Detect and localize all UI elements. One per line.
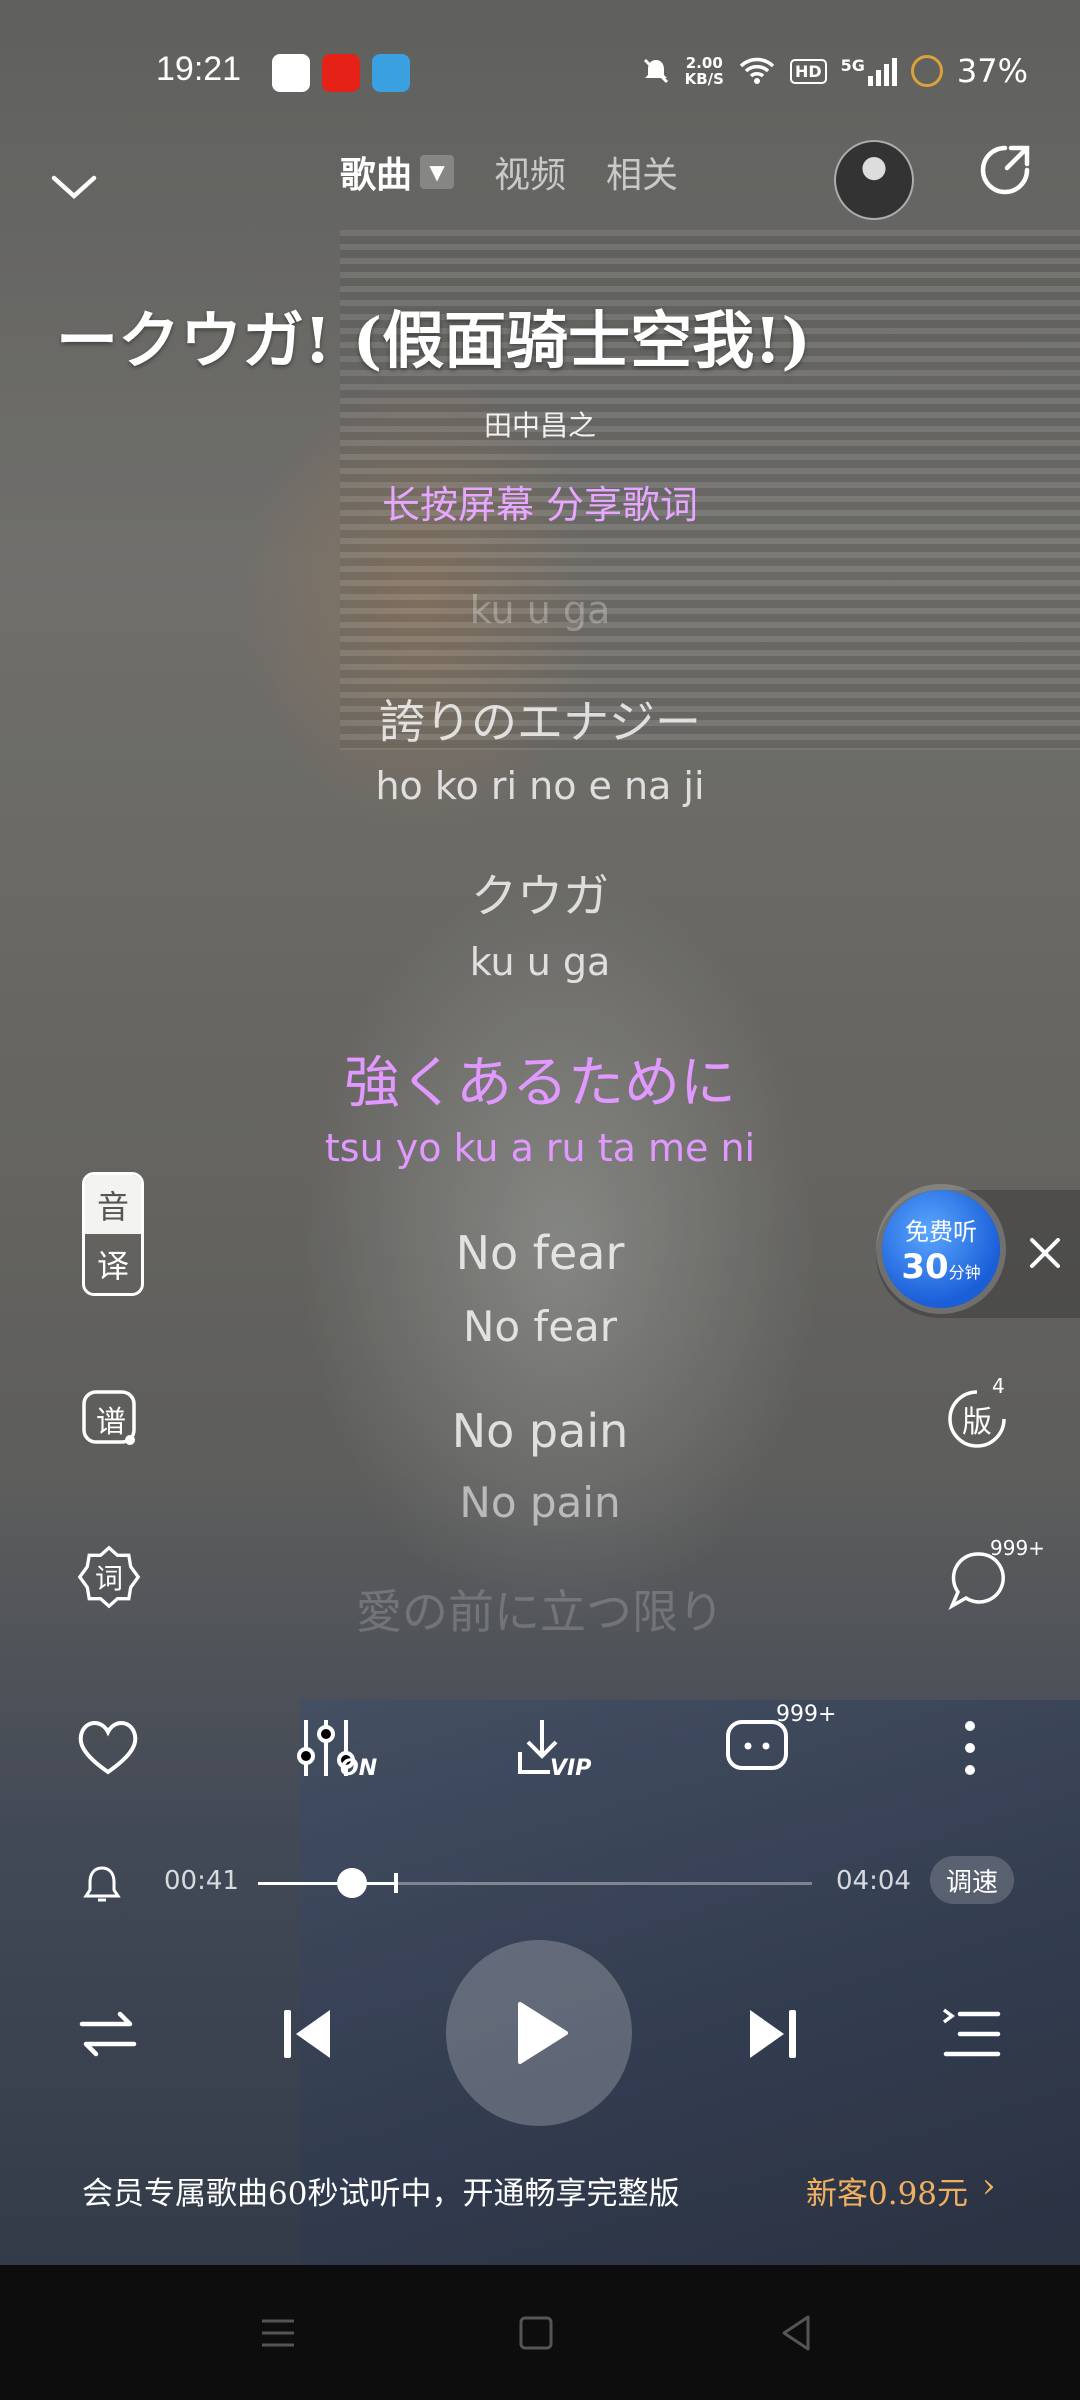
bell-icon[interactable]	[80, 1862, 124, 1906]
close-icon[interactable]	[1022, 1230, 1068, 1276]
current-time: 00:41	[164, 1866, 239, 1896]
lyric-line-active: 強くあるために	[344, 1051, 736, 1116]
artist-avatar[interactable]	[834, 140, 914, 220]
hd-badge: HD	[789, 58, 827, 84]
progress-knob[interactable]	[337, 1868, 368, 1898]
vip-arrow-icon[interactable]: ›	[982, 2166, 996, 2206]
playback-speed-button[interactable]: 调速	[930, 1856, 1014, 1904]
sound-effects-button[interactable]: ON	[290, 1712, 390, 1784]
home-icon[interactable]	[514, 2311, 558, 2355]
next-track-icon[interactable]	[734, 1996, 810, 2072]
telegram-app-icon	[372, 54, 410, 92]
song-title: ークウガ! (假面骑士空我!)	[56, 304, 811, 377]
download-button[interactable]: VIP	[506, 1712, 606, 1784]
wifi-icon	[739, 57, 775, 84]
vip-trial-bar[interactable]: 会员专属歌曲60秒试听中，开通畅享完整版 新客0.98元 ›	[0, 2160, 1080, 2220]
tab-related[interactable]: 相关	[606, 146, 678, 198]
top-nav: 歌曲 ▼ 视频 相关	[0, 140, 1080, 240]
lyric-line: クウガ	[471, 869, 609, 923]
share-lyrics-hint: 长按屏幕 分享歌词	[381, 483, 699, 527]
lyric-romaji: ku u ga	[469, 940, 611, 984]
tab-dropdown-icon[interactable]: ▼	[420, 155, 455, 189]
video-app-icon	[322, 54, 360, 92]
tabs: 歌曲 ▼ 视频 相关	[340, 146, 678, 198]
free-listen-badge[interactable]: 免费听 30分钟	[882, 1190, 1000, 1308]
shuffle-mode-icon[interactable]	[70, 1996, 146, 2072]
lyric-line: 誇りのエナジー	[379, 695, 701, 749]
share-icon[interactable]	[975, 140, 1035, 200]
more-icon[interactable]	[940, 1712, 1000, 1784]
lyric-romaji: ho ko ri no e na ji	[375, 764, 705, 808]
toggle-yin[interactable]: 音	[85, 1175, 141, 1234]
status-right: 2.00 KB/S HD 5G 37%	[641, 52, 1028, 90]
romaji-translate-toggle[interactable]: 音 译	[82, 1172, 144, 1296]
status-bar: 19:21 2.00 KB/S HD 5G 37%	[0, 40, 1080, 100]
network-speed: 2.00 KB/S	[684, 54, 724, 88]
lyric-romaji: ku u ga	[469, 588, 611, 632]
lyrics-style-button[interactable]: 词	[76, 1544, 142, 1610]
battery-icon	[910, 55, 943, 87]
clock: 19:21	[156, 50, 242, 88]
menu-icon[interactable]	[256, 2311, 300, 2355]
heart-icon[interactable]	[72, 1712, 144, 1784]
lyric-romaji: No pain	[459, 1478, 621, 1527]
progress-row: 00:41 04:04 调速	[0, 1852, 1080, 1912]
sheet-music-button[interactable]: 谱	[78, 1386, 144, 1452]
total-time: 04:04	[836, 1866, 911, 1896]
vip-trial-message: 会员专属歌曲60秒试听中，开通畅享完整版	[82, 2176, 680, 2212]
system-nav-bar	[0, 2265, 1080, 2400]
toggle-yi[interactable]: 译	[85, 1234, 141, 1293]
lyric-line: 愛の前に立つ限り	[356, 1585, 724, 1639]
back-icon[interactable]	[774, 2311, 818, 2355]
signal-icon: 5G	[841, 56, 897, 86]
baidu-app-icon	[272, 54, 310, 92]
trial-end-marker	[394, 1873, 399, 1893]
vip-price[interactable]: 新客0.98元	[806, 2168, 968, 2213]
comments-count: 999+	[776, 1702, 837, 1727]
lyric-line: No pain	[451, 1404, 629, 1458]
playlist-icon[interactable]	[934, 1996, 1010, 2072]
side-comment-count: 999+	[990, 1536, 1045, 1560]
play-button[interactable]	[446, 1940, 632, 2126]
tab-video[interactable]: 视频	[494, 146, 566, 198]
mute-icon	[643, 58, 668, 84]
notification-apps	[272, 54, 410, 92]
lyric-romaji-active: tsu yo ku a ru ta me ni	[324, 1126, 756, 1170]
battery-percent: 37%	[956, 52, 1028, 90]
play-icon	[518, 2002, 568, 2064]
tab-song[interactable]: 歌曲 ▼	[340, 146, 455, 198]
previous-track-icon[interactable]	[270, 1996, 346, 2072]
progress-track[interactable]	[258, 1868, 812, 1898]
versions-count: 4	[992, 1374, 1005, 1398]
artist-name[interactable]: 田中昌之	[0, 404, 1080, 444]
collapse-chevron-icon[interactable]	[46, 160, 102, 216]
progress-fill	[258, 1882, 395, 1885]
